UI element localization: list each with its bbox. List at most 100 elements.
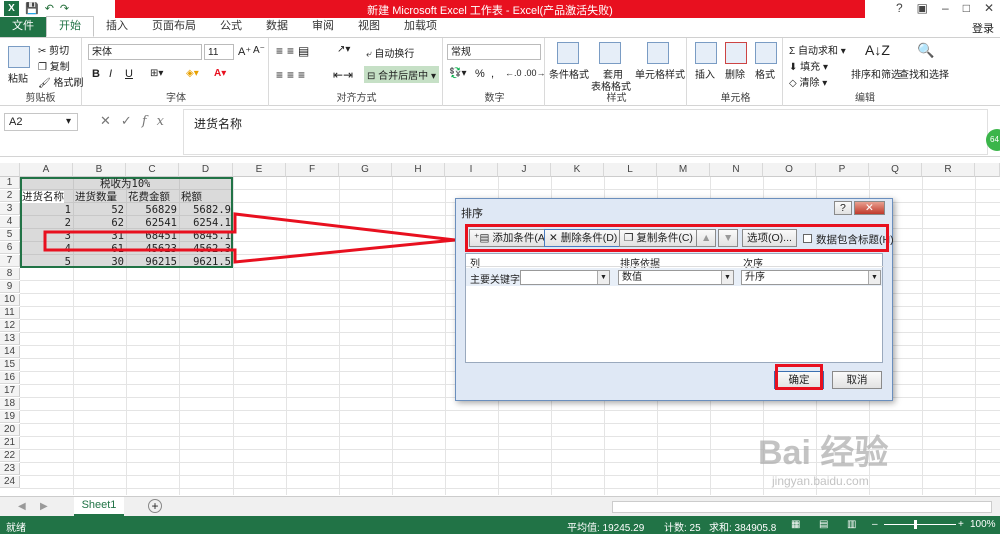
row-header[interactable]: 22 xyxy=(0,450,20,462)
dialog-help-button[interactable]: ? xyxy=(834,201,852,215)
col-header[interactable]: E xyxy=(233,163,286,177)
row-header[interactable]: 17 xyxy=(0,385,20,397)
conditional-format-icon[interactable] xyxy=(557,42,579,64)
page-break-icon[interactable]: ▥ xyxy=(847,519,856,530)
select-all-corner[interactable] xyxy=(0,163,20,177)
copy-level-button[interactable]: ❐ 复制条件(C) xyxy=(619,229,698,247)
col-header[interactable]: R xyxy=(922,163,975,177)
row-header[interactable]: 21 xyxy=(0,437,20,449)
row-header[interactable]: 6 xyxy=(0,242,20,254)
cell-value[interactable]: 4 xyxy=(22,243,71,255)
zoom-level[interactable]: 100% xyxy=(970,519,996,530)
dialog-close-button[interactable]: ✕ xyxy=(854,201,885,215)
font-color-icon[interactable]: A▾ xyxy=(214,68,226,79)
sort-on-combo[interactable]: 数值 ▼ xyxy=(618,270,734,285)
col-header[interactable]: M xyxy=(657,163,710,177)
col-header[interactable]: N xyxy=(710,163,763,177)
col-header[interactable]: C xyxy=(126,163,179,177)
zoom-in-icon[interactable]: + xyxy=(958,519,964,530)
row-header[interactable]: 24 xyxy=(0,476,20,488)
cell-value[interactable]: 61 xyxy=(75,243,124,255)
underline-button[interactable]: U xyxy=(125,68,133,80)
tab-review[interactable]: 审阅 xyxy=(300,17,346,37)
move-down-button[interactable]: ▼ xyxy=(718,229,739,247)
close-icon[interactable]: ✕ xyxy=(984,1,994,15)
cell-value[interactable]: 4562.3 xyxy=(181,243,231,255)
row-header[interactable]: 7 xyxy=(0,255,20,267)
maximize-icon[interactable]: □ xyxy=(963,1,970,15)
cell-value[interactable]: 5682.9 xyxy=(181,204,231,216)
cell-value[interactable]: 56829 xyxy=(128,204,177,216)
login-link[interactable]: 登录 xyxy=(972,20,994,36)
cell-header[interactable]: 进货数量 xyxy=(75,191,117,203)
tab-file[interactable]: 文件 xyxy=(0,17,46,37)
delete-cells-icon[interactable] xyxy=(725,42,747,64)
add-level-button[interactable]: ⁺▤ 添加条件(A) xyxy=(469,229,554,247)
col-header[interactable]: F xyxy=(286,163,339,177)
row-header[interactable]: 9 xyxy=(0,281,20,293)
cut-button[interactable]: ✂ 剪切 xyxy=(38,42,69,57)
horizontal-scrollbar[interactable] xyxy=(612,501,992,513)
grow-font-icon[interactable]: A⁺ xyxy=(238,45,251,58)
find-select-button[interactable]: 查找和选择 xyxy=(899,66,949,81)
number-format-select[interactable]: 常规 xyxy=(447,44,541,60)
row-header[interactable]: 1 xyxy=(0,177,20,189)
vertical-align-icons[interactable]: ≡≡▤ xyxy=(276,44,313,58)
cell-value[interactable]: 5 xyxy=(22,256,71,268)
sheet-tab-sheet1[interactable]: Sheet1 xyxy=(74,497,124,516)
row-header[interactable]: 11 xyxy=(0,307,20,319)
border-icon[interactable]: ⊞▾ xyxy=(150,68,163,79)
cancel-formula-icon[interactable]: ✕ xyxy=(100,113,121,128)
formula-input[interactable]: 进货名称 xyxy=(183,109,988,155)
clear-button[interactable]: ◇ 清除 ▾ xyxy=(789,74,827,89)
col-header[interactable]: A xyxy=(20,163,73,177)
tab-data[interactable]: 数据 xyxy=(254,17,300,37)
delete-cells-button[interactable]: 删除 xyxy=(725,66,745,81)
paste-button[interactable]: 粘贴 xyxy=(8,70,28,85)
cell-value[interactable]: 45623 xyxy=(128,243,177,255)
minimize-icon[interactable]: – xyxy=(942,1,949,15)
tab-addins[interactable]: 加载项 xyxy=(392,17,449,37)
row-header[interactable]: 18 xyxy=(0,398,20,410)
paste-icon[interactable] xyxy=(8,46,30,68)
format-cells-icon[interactable] xyxy=(755,42,777,64)
save-icon[interactable]: 💾 xyxy=(25,2,39,15)
merge-center-button[interactable]: ⊟ 合并后居中 ▾ xyxy=(364,66,439,83)
col-header[interactable]: D xyxy=(179,163,233,177)
zoom-out-icon[interactable]: – xyxy=(872,519,878,530)
copy-button[interactable]: ❐ 复制 xyxy=(38,58,70,73)
bold-button[interactable]: B xyxy=(92,68,100,80)
col-header[interactable]: B xyxy=(73,163,126,177)
cell-value[interactable]: 52 xyxy=(75,204,124,216)
order-combo[interactable]: 升序 ▼ xyxy=(741,270,881,285)
format-table-icon[interactable] xyxy=(599,42,621,64)
horizontal-align-icons[interactable]: ≡≡≡ xyxy=(276,68,309,82)
col-header[interactable]: J xyxy=(498,163,551,177)
row-header[interactable]: 4 xyxy=(0,216,20,228)
row-header[interactable]: 5 xyxy=(0,229,20,241)
col-header[interactable]: H xyxy=(392,163,445,177)
cell-value[interactable]: 2 xyxy=(22,217,71,229)
cell-value[interactable]: 30 xyxy=(75,256,124,268)
fill-color-icon[interactable]: ◈▾ xyxy=(186,68,199,79)
row-header[interactable]: 23 xyxy=(0,463,20,475)
fill-button[interactable]: ⬇ 填充 ▾ xyxy=(789,58,828,73)
sort-filter-icon[interactable]: A↓Z xyxy=(865,42,890,58)
floating-badge-icon[interactable]: 64 xyxy=(986,129,1000,151)
decimal-icons[interactable]: ←.0 .00→ xyxy=(505,68,546,78)
cell-header[interactable]: 进货名称 xyxy=(22,191,64,203)
row-header[interactable]: 13 xyxy=(0,333,20,345)
page-layout-icon[interactable]: ▤ xyxy=(819,519,828,530)
ribbon-display-icon[interactable]: ▣ xyxy=(917,1,928,15)
percent-button[interactable]: % xyxy=(475,68,485,80)
undo-icon[interactable]: ↶ xyxy=(45,2,54,15)
zoom-slider-thumb[interactable] xyxy=(914,520,917,529)
row-header[interactable]: 14 xyxy=(0,346,20,358)
cell-header[interactable]: 花费金额 xyxy=(128,191,170,203)
indent-icons[interactable]: ⇤⇥ xyxy=(333,68,353,82)
row-header[interactable]: 3 xyxy=(0,203,20,215)
shrink-font-icon[interactable]: A⁻ xyxy=(253,45,265,56)
col-header[interactable]: I xyxy=(445,163,498,177)
cell-style-icon[interactable] xyxy=(647,42,669,64)
cell-value[interactable]: 31 xyxy=(75,230,124,242)
